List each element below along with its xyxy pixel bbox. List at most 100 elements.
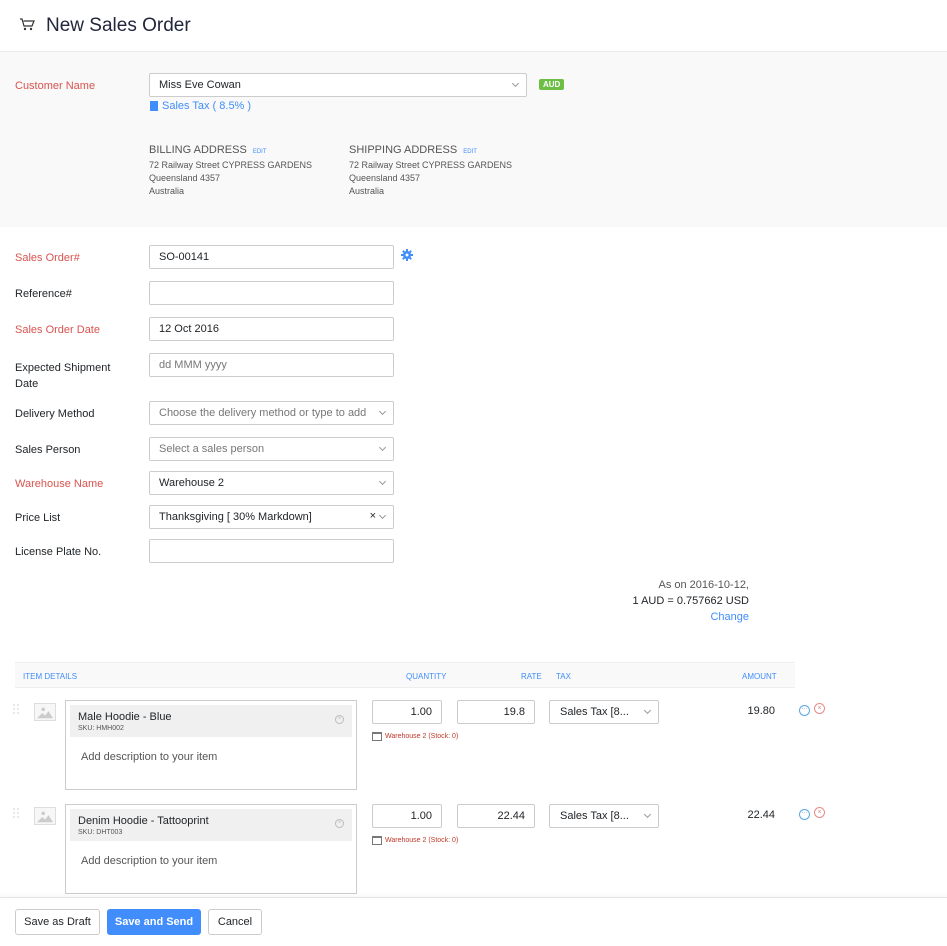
chevron-down-icon xyxy=(511,79,520,88)
item-details-box[interactable]: Denim Hoodie - Tattooprint SKU: DHT003 ×… xyxy=(65,804,357,894)
delete-row-icon[interactable]: × xyxy=(814,703,825,714)
billing-line: Australia xyxy=(149,186,185,196)
sales-order-number-value: SO-00141 xyxy=(159,251,210,263)
table-row: Male Hoodie - Blue SKU: HMH002 × Add des… xyxy=(0,700,947,800)
item-sku: SKU: DHT003 xyxy=(78,829,123,836)
item-description-placeholder[interactable]: Add description to your item xyxy=(81,751,217,763)
price-list-label: Price List xyxy=(15,512,61,524)
expected-shipment-placeholder: dd MMM yyyy xyxy=(159,359,227,371)
quantity-input[interactable]: 1.00 xyxy=(372,804,442,828)
sales-tax-link[interactable]: Sales Tax ( 8.5% ) xyxy=(150,100,251,112)
sales-person-select[interactable]: Select a sales person xyxy=(149,437,394,461)
remove-item-icon[interactable]: × xyxy=(335,715,344,724)
expected-shipment-label-line1: Expected Shipment xyxy=(15,362,111,374)
warehouse-icon xyxy=(372,732,382,741)
header-quantity: QUANTITY xyxy=(406,672,447,681)
exchange-rate: 1 AUD = 0.757662 USD xyxy=(632,595,750,607)
page-title: New Sales Order xyxy=(46,15,191,36)
item-name: Denim Hoodie - Tattooprint xyxy=(78,815,209,827)
save-as-draft-button[interactable]: Save as Draft xyxy=(15,909,100,935)
billing-line: Queensland 4357 xyxy=(149,173,221,183)
stock-info: Warehouse 2 (Stock: 0) xyxy=(372,836,458,845)
reference-input[interactable] xyxy=(149,281,394,305)
item-description-placeholder[interactable]: Add description to your item xyxy=(81,855,217,867)
footer-bar: Save as Draft Save and Send Cancel xyxy=(0,897,947,946)
sales-order-number-input[interactable]: SO-00141 xyxy=(149,245,394,269)
drag-handle-icon[interactable] xyxy=(13,704,19,714)
chevron-down-icon xyxy=(643,810,652,819)
chevron-down-icon xyxy=(378,407,387,416)
tax-icon xyxy=(150,101,158,111)
clear-icon[interactable]: × xyxy=(370,510,376,522)
warehouse-icon xyxy=(372,836,382,845)
shipping-line: 72 Railway Street CYPRESS GARDENS xyxy=(349,160,513,170)
chevron-down-icon xyxy=(378,443,387,452)
save-and-send-button[interactable]: Save and Send xyxy=(107,909,201,935)
more-options-icon[interactable]: ··· xyxy=(799,809,810,820)
warehouse-select[interactable]: Warehouse 2 xyxy=(149,471,394,495)
quantity-input[interactable]: 1.00 xyxy=(372,700,442,724)
price-list-value: Thanksgiving [ 30% Markdown] xyxy=(159,511,312,523)
customer-name-label: Customer Name xyxy=(15,80,96,92)
item-sku: SKU: HMH002 xyxy=(78,725,124,732)
exchange-as-on: As on 2016-10-12, xyxy=(658,579,749,591)
billing-address-heading: BILLING ADDRESS xyxy=(149,144,247,156)
license-plate-input[interactable] xyxy=(149,539,394,563)
drag-handle-icon[interactable] xyxy=(13,808,19,818)
header-rate: RATE xyxy=(521,672,542,681)
chevron-down-icon xyxy=(378,511,387,520)
warehouse-label: Warehouse Name xyxy=(15,478,104,490)
tax-value: Sales Tax [8... xyxy=(560,810,629,822)
expected-shipment-label: Expected Shipment Date xyxy=(15,360,110,392)
cart-icon xyxy=(20,18,35,31)
change-rate-link[interactable]: Change xyxy=(633,609,749,625)
stock-info: Warehouse 2 (Stock: 0) xyxy=(372,732,458,741)
tax-select[interactable]: Sales Tax [8... xyxy=(549,804,659,828)
price-list-select[interactable]: Thanksgiving [ 30% Markdown] × xyxy=(149,505,394,529)
item-name: Male Hoodie - Blue xyxy=(78,711,172,723)
customer-name-select[interactable]: Miss Eve Cowan xyxy=(149,73,527,97)
gear-icon[interactable] xyxy=(401,249,413,261)
delivery-method-select[interactable]: Choose the delivery method or type to ad… xyxy=(149,401,394,425)
warehouse-value: Warehouse 2 xyxy=(159,477,225,489)
shipping-edit-link[interactable]: EDIT xyxy=(463,149,477,155)
cancel-button[interactable]: Cancel xyxy=(208,909,262,935)
item-name-bar: Denim Hoodie - Tattooprint SKU: DHT003 × xyxy=(70,809,352,841)
item-details-box[interactable]: Male Hoodie - Blue SKU: HMH002 × Add des… xyxy=(65,700,357,790)
more-options-icon[interactable]: ··· xyxy=(799,705,810,716)
billing-line: 72 Railway Street CYPRESS GARDENS xyxy=(149,160,313,170)
stock-text: Warehouse 2 (Stock: 0) xyxy=(385,733,459,740)
item-amount: 19.80 xyxy=(747,705,775,717)
exchange-rate-info: As on 2016-10-12, 1 AUD = 0.757662 USD C… xyxy=(633,577,750,625)
header-amount: AMOUNT xyxy=(742,672,777,681)
tax-select[interactable]: Sales Tax [8... xyxy=(549,700,659,724)
license-plate-label: License Plate No. xyxy=(15,546,102,558)
sales-order-number-label: Sales Order# xyxy=(15,252,80,264)
sales-person-placeholder: Select a sales person xyxy=(159,443,265,455)
expected-shipment-date-input[interactable]: dd MMM yyyy xyxy=(149,353,394,377)
image-placeholder-icon[interactable] xyxy=(34,807,56,825)
sales-order-date-input[interactable]: 12 Oct 2016 xyxy=(149,317,394,341)
delivery-method-label: Delivery Method xyxy=(15,408,95,420)
rate-input[interactable]: 19.8 xyxy=(457,700,535,724)
page-header: New Sales Order xyxy=(0,0,947,52)
sales-person-label: Sales Person xyxy=(15,444,81,456)
table-row: Denim Hoodie - Tattooprint SKU: DHT003 ×… xyxy=(0,804,947,904)
item-name-bar: Male Hoodie - Blue SKU: HMH002 × xyxy=(70,705,352,737)
delete-row-icon[interactable]: × xyxy=(814,807,825,818)
stock-text: Warehouse 2 (Stock: 0) xyxy=(385,837,459,844)
currency-badge: AUD xyxy=(539,79,565,90)
billing-address: BILLING ADDRESS EDIT 72 Railway Street CY… xyxy=(149,144,312,198)
remove-item-icon[interactable]: × xyxy=(335,819,344,828)
customer-name-value: Miss Eve Cowan xyxy=(159,79,241,91)
image-placeholder-icon[interactable] xyxy=(34,703,56,721)
shipping-address-heading: SHIPPING ADDRESS xyxy=(349,144,458,156)
shipping-address: SHIPPING ADDRESS EDIT 72 Railway Street C… xyxy=(349,144,512,198)
rate-input[interactable]: 22.44 xyxy=(457,804,535,828)
delivery-method-placeholder: Choose the delivery method or type to ad… xyxy=(159,407,367,419)
reference-label: Reference# xyxy=(15,288,72,300)
header-tax: TAX xyxy=(556,672,571,681)
billing-edit-link[interactable]: EDIT xyxy=(253,149,267,155)
sales-order-date-value: 12 Oct 2016 xyxy=(159,323,219,335)
sales-tax-label: Sales Tax ( 8.5% ) xyxy=(162,100,252,112)
